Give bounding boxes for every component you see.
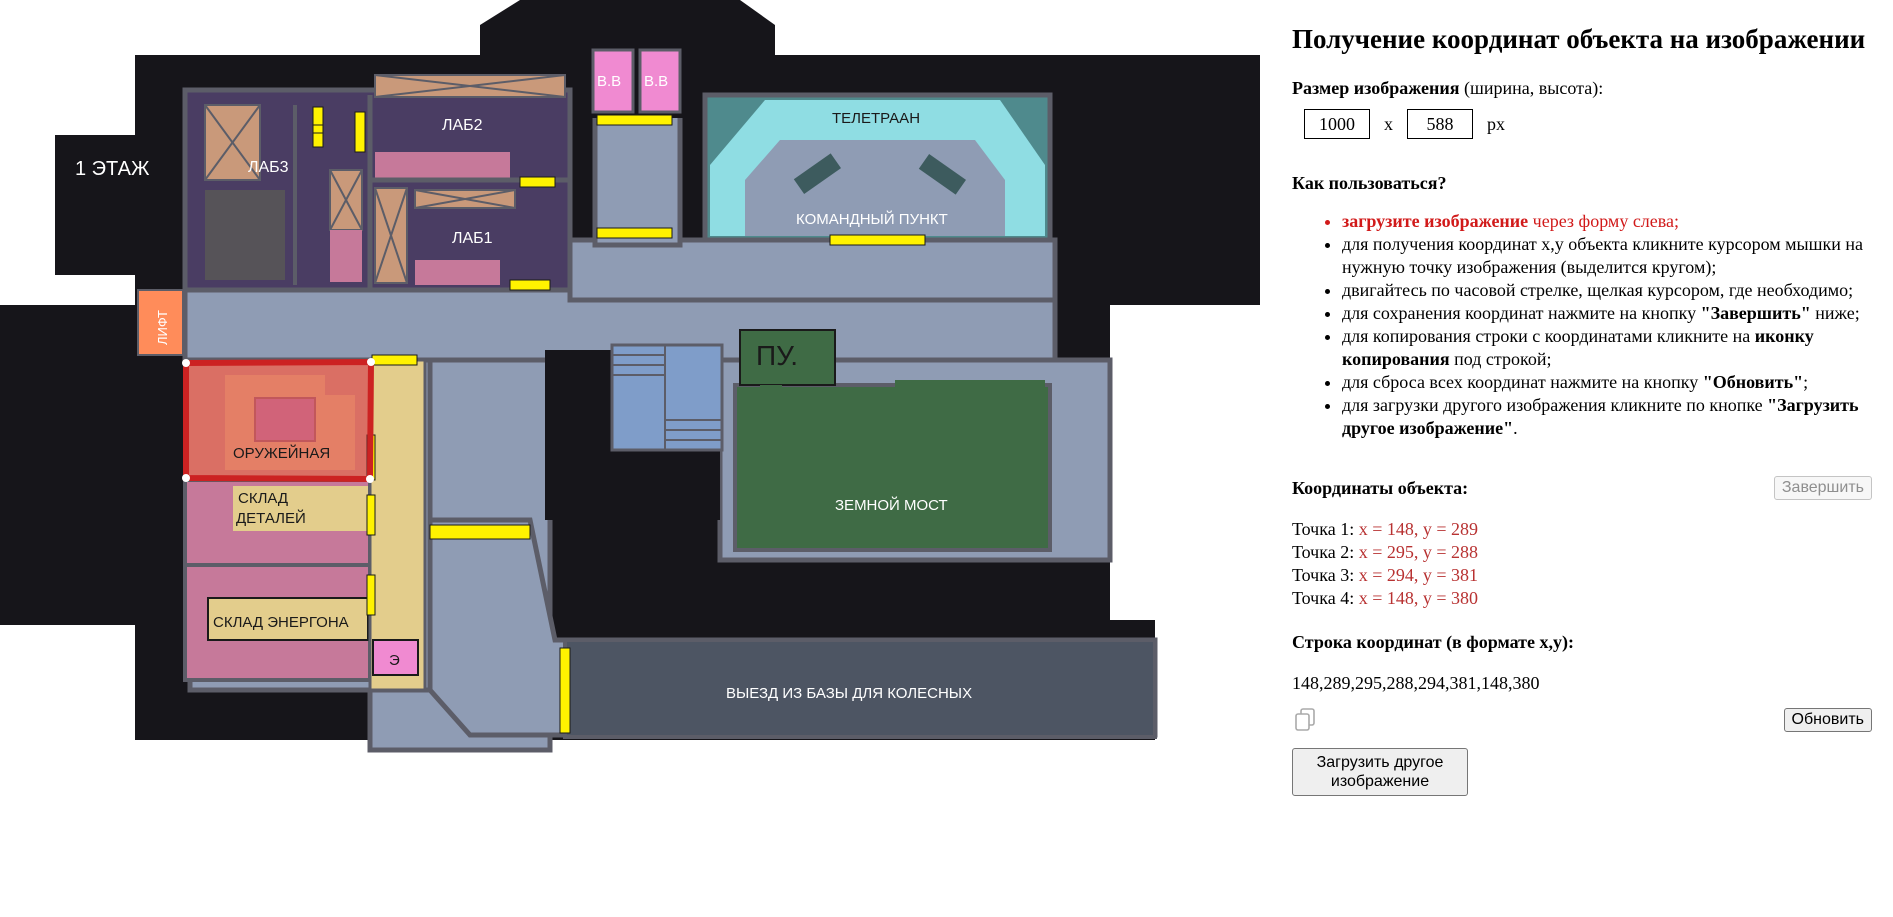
image-size-label: Размер изображения (ширина, высота): — [1292, 78, 1604, 98]
room-label-vv2: В.В — [644, 73, 668, 90]
selection-overlay — [182, 358, 375, 483]
image-width-field[interactable]: 1000 — [1304, 109, 1370, 139]
selection-point-4[interactable] — [182, 474, 190, 482]
floor-label: 1 ЭТАЖ — [75, 158, 150, 180]
howto-list: загрузите изображение через форму слева;… — [1292, 210, 1872, 440]
size-unit: px — [1487, 113, 1505, 134]
howto-title: Как пользоваться? — [1292, 173, 1447, 193]
floor-plan-svg[interactable]: 1 ЭТАЖ ЛАБ3 ЛАБ2 ЛАБ1 В.В В.В ТЕЛЕТРААН … — [0, 0, 1260, 760]
finish-button[interactable]: Завершить — [1773, 476, 1872, 500]
room-label-parts-1: СКЛАД — [238, 490, 288, 507]
howto-item-2: для получения координат x,y объекта клик… — [1342, 233, 1872, 279]
upload-other-image-button[interactable]: Загрузить другое изображение — [1292, 748, 1468, 796]
image-size-row: 1000 x 588 px — [1304, 109, 1872, 139]
room-label-armory: ОРУЖЕЙНАЯ — [233, 444, 330, 462]
refresh-button[interactable]: Обновить — [1783, 708, 1872, 732]
point-row: Точка 4: x = 148, y = 380 — [1292, 588, 1479, 608]
point-row: Точка 1: x = 148, y = 289 — [1292, 519, 1479, 539]
room-label-exit: ВЫЕЗД ИЗ БАЗЫ ДЛЯ КОЛЕСНЫХ — [726, 685, 972, 702]
room-label-vv1: В.В — [597, 73, 621, 90]
coords-title: Координаты объекта: — [1292, 477, 1469, 498]
size-separator: x — [1384, 113, 1393, 134]
room-label-lab1: ЛАБ1 — [452, 230, 493, 247]
coords-header: Координаты объекта: Завершить — [1292, 476, 1872, 500]
copy-row: Обновить — [1292, 702, 1872, 732]
howto-item-3: двигайтесь по часовой стрелке, щелкая ку… — [1342, 279, 1872, 302]
room-label-e: Э — [389, 652, 400, 669]
room-label-parts-2: ДЕТАЛЕЙ — [236, 509, 306, 527]
howto-item-1: загрузите изображение через форму слева; — [1342, 210, 1872, 233]
room-label-ground-bridge: ЗЕМНОЙ МОСТ — [835, 496, 948, 514]
floor-plan-image[interactable]: 1 ЭТАЖ ЛАБ3 ЛАБ2 ЛАБ1 В.В В.В ТЕЛЕТРААН … — [0, 0, 1260, 760]
howto-item-5: для копирования строки с координатами кл… — [1342, 325, 1872, 371]
coord-string: 148,289,295,288,294,381,148,380 — [1292, 673, 1540, 693]
instructions-panel: Получение координат объекта на изображен… — [1292, 22, 1872, 796]
page-title: Получение координат объекта на изображен… — [1292, 24, 1866, 54]
room-label-lab3: ЛАБ3 — [248, 159, 289, 176]
coord-string-title: Строка координат (в формате x,y): — [1292, 632, 1574, 652]
room-label-teletraan: ТЕЛЕТРААН — [832, 110, 920, 127]
room-label-command: КОМАНДНЫЙ ПУНКТ — [796, 210, 948, 228]
copy-icon[interactable] — [1292, 706, 1318, 732]
howto-item-4: для сохранения координат нажмите на кноп… — [1342, 302, 1872, 325]
selection-point-3[interactable] — [366, 475, 374, 483]
room-label-lab2: ЛАБ2 — [442, 117, 483, 134]
labs-block — [182, 74, 573, 293]
selection-point-2[interactable] — [367, 358, 375, 366]
selection-point-1[interactable] — [182, 359, 190, 367]
point-row: Точка 3: x = 294, y = 381 — [1292, 565, 1479, 585]
room-label-energon: СКЛАД ЭНЕРГОНА — [213, 614, 349, 631]
image-height-field[interactable]: 588 — [1407, 109, 1473, 139]
stairs — [545, 343, 724, 520]
points-list: Точка 1: x = 148, y = 289 Точка 2: x = 2… — [1292, 518, 1872, 610]
room-label-lift: ЛИФТ — [155, 310, 170, 345]
howto-item-7: для загрузки другого изображения кликнит… — [1342, 394, 1872, 440]
room-label-pu: ПУ. — [756, 340, 798, 371]
howto-item-6: для сброса всех координат нажмите на кно… — [1342, 371, 1872, 394]
point-row: Точка 2: x = 295, y = 288 — [1292, 542, 1479, 562]
